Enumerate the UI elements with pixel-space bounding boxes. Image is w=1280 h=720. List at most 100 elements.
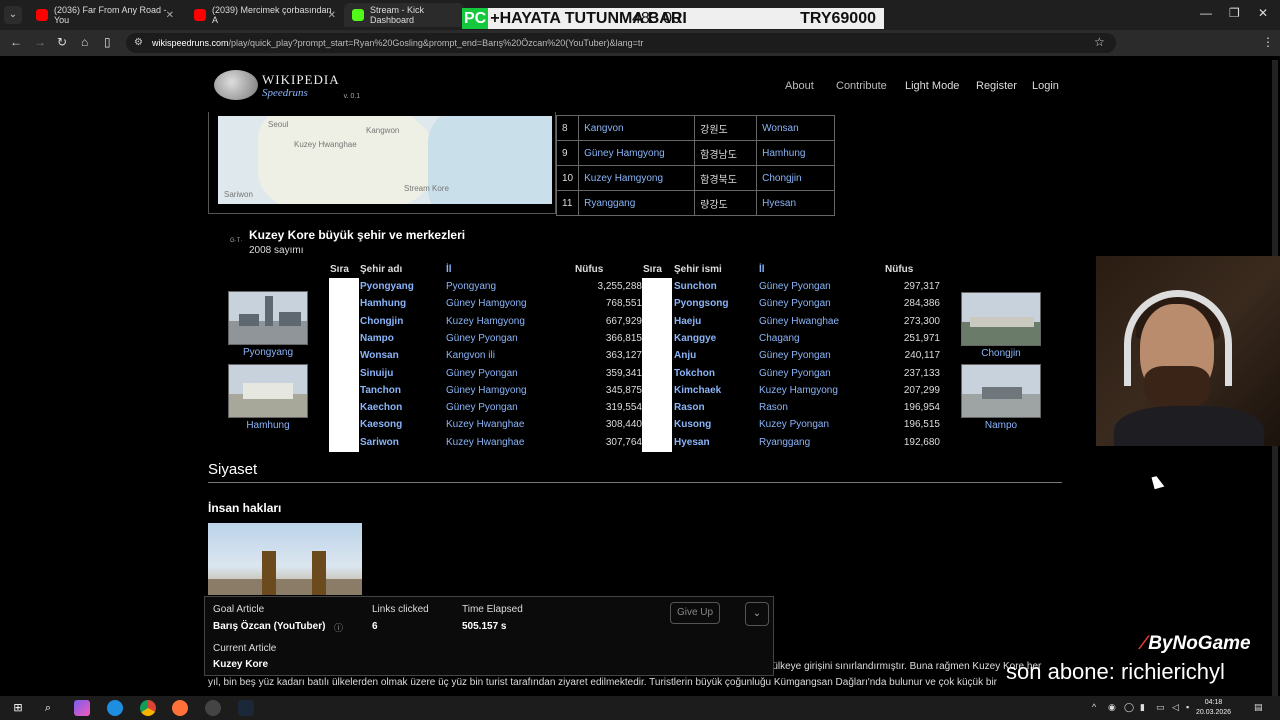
city-link[interactable]: Hamhung <box>360 298 406 309</box>
thumbnail-pyongyang[interactable] <box>228 291 308 345</box>
province-link[interactable]: Rason <box>759 402 788 413</box>
province-link[interactable]: Güney Pyongan <box>759 368 831 379</box>
capital-link[interactable]: Hyesan <box>756 190 836 216</box>
nav-register[interactable]: Register <box>976 80 1017 92</box>
province-link[interactable]: Güney Hwanghae <box>759 316 839 327</box>
city-link[interactable]: Rason <box>674 402 705 413</box>
city-link[interactable]: Nampo <box>360 333 394 344</box>
tab-search-icon[interactable]: ⌄ <box>4 6 22 24</box>
header-province[interactable]: İl <box>759 264 765 275</box>
city-link[interactable]: Sariwon <box>360 437 399 448</box>
city-link[interactable]: Kaesong <box>360 419 402 430</box>
province-map[interactable]: Seoul Kangwon Kuzey Hwanghae Stream Kore… <box>218 116 552 204</box>
province-link[interactable]: Güney Pyongan <box>759 298 831 309</box>
microphone-icon[interactable]: ▮ <box>1140 702 1145 713</box>
url-input[interactable]: ⚙ wikispeedruns.com/play/quick_play?prom… <box>126 33 1116 53</box>
city-link[interactable]: Pyongsong <box>674 298 728 309</box>
nav-about[interactable]: About <box>785 80 814 92</box>
tray-app-icon[interactable]: ◯ <box>1124 702 1134 713</box>
tray-app-icon[interactable]: ◉ <box>1108 702 1116 713</box>
minimize-icon[interactable]: — <box>1200 6 1212 20</box>
steam-icon[interactable] <box>238 700 254 716</box>
province-link[interactable]: Kuzey Hwanghae <box>446 437 524 448</box>
province-link[interactable]: Güney Pyongan <box>759 350 831 361</box>
thumbnail-caption[interactable]: Nampo <box>961 420 1041 431</box>
site-info-icon[interactable]: ⚙ <box>134 33 143 53</box>
province-link[interactable]: Chagang <box>759 333 800 344</box>
city-link[interactable]: Hyesan <box>674 437 710 448</box>
province-link[interactable]: Ryanggang <box>759 437 810 448</box>
thumbnail-hamhung[interactable] <box>228 364 308 418</box>
close-icon[interactable]: ✕ <box>328 10 336 21</box>
province-link[interactable]: Pyongyang <box>446 281 496 292</box>
province-link[interactable]: Güney Pyongan <box>759 281 831 292</box>
province-link[interactable]: Güney Hamgyong <box>446 385 527 396</box>
city-link[interactable]: Kimchaek <box>674 385 721 396</box>
reload-icon[interactable]: ↻ <box>57 35 67 49</box>
city-link[interactable]: Anju <box>674 350 696 361</box>
chrome-icon[interactable] <box>140 700 156 716</box>
chevron-down-icon[interactable]: ⌄ <box>745 602 769 626</box>
thumbnail-caption[interactable]: Chongjin <box>961 348 1041 359</box>
province-link[interactable]: Güney Pyongan <box>446 333 518 344</box>
city-link[interactable]: Haeju <box>674 316 701 327</box>
info-icon[interactable]: ⓘ <box>334 621 343 634</box>
capital-link[interactable]: Hamhung <box>756 140 836 166</box>
windows-start-icon[interactable]: ⊞ <box>10 700 26 716</box>
firefox-icon[interactable] <box>172 700 188 716</box>
province-link[interactable]: Güney Hamgyong <box>578 140 696 166</box>
network-icon[interactable]: ▭ <box>1156 702 1165 713</box>
province-link[interactable]: Kangvon <box>578 115 696 141</box>
capital-link[interactable]: Wonsan <box>756 115 836 141</box>
browser-menu-icon[interactable]: ⋮ <box>1262 35 1274 49</box>
province-link[interactable]: Kuzey Hwanghae <box>446 419 524 430</box>
notification-icon[interactable]: ▤ <box>1254 702 1263 713</box>
province-link[interactable]: Kangvon ili <box>446 350 495 361</box>
header-province[interactable]: İl <box>446 264 452 275</box>
nav-contribute[interactable]: Contribute <box>836 80 887 92</box>
search-icon[interactable]: ⌕ <box>40 700 56 716</box>
home-icon[interactable]: ⌂ <box>81 35 88 49</box>
browser-tab-youtube-2[interactable]: (2039) Mercimek çorbasından A ✕ <box>186 3 342 27</box>
province-link[interactable]: Güney Pyongan <box>446 402 518 413</box>
city-link[interactable]: Sinuiju <box>360 368 393 379</box>
city-link[interactable]: Kaechon <box>360 402 402 413</box>
tray-app-icon[interactable]: ▪ <box>1186 702 1189 712</box>
capital-link[interactable]: Chongjin <box>756 165 836 191</box>
city-link[interactable]: Tanchon <box>360 385 401 396</box>
nav-light-mode[interactable]: Light Mode <box>905 80 959 92</box>
back-icon[interactable]: ← <box>10 35 22 49</box>
system-clock[interactable]: 04:18 20.03.2026 <box>1196 698 1231 718</box>
copilot-icon[interactable] <box>74 700 90 716</box>
thumbnail-caption[interactable]: Hamhung <box>228 420 308 431</box>
tray-chevron-icon[interactable]: ^ <box>1092 702 1096 712</box>
province-link[interactable]: Kuzey Hamgyong <box>759 385 838 396</box>
thumbnail-nampo[interactable] <box>961 364 1041 418</box>
city-link[interactable]: Sunchon <box>674 281 717 292</box>
thumbnail-chongjin[interactable] <box>961 292 1041 346</box>
close-window-icon[interactable]: ✕ <box>1258 6 1268 20</box>
province-link[interactable]: Güney Pyongan <box>446 368 518 379</box>
city-link[interactable]: Tokchon <box>674 368 715 379</box>
bookmark-star-icon[interactable]: ☆ <box>1094 35 1105 49</box>
speaker-icon[interactable]: ◁ <box>1172 702 1179 713</box>
city-link[interactable]: Chongjin <box>360 316 403 327</box>
browser-tab-youtube-1[interactable]: (2036) Far From Any Road - You ✕ <box>28 3 180 27</box>
obs-icon[interactable] <box>205 700 221 716</box>
monument-photo[interactable] <box>208 523 362 595</box>
forward-icon[interactable]: → <box>34 35 46 49</box>
province-link[interactable]: Kuzey Pyongan <box>759 419 829 430</box>
city-link[interactable]: Kusong <box>674 419 711 430</box>
translate-icon[interactable]: G·T· <box>230 238 242 244</box>
province-link[interactable]: Ryanggang <box>578 190 696 216</box>
browser-tab-kick[interactable]: Stream - Kick Dashboard <box>344 3 464 27</box>
site-logo[interactable]: WIKIPEDIA Speedruns v. 0.1 <box>214 70 360 100</box>
city-link[interactable]: Pyongyang <box>360 281 414 292</box>
city-link[interactable]: Wonsan <box>360 350 399 361</box>
province-link[interactable]: Güney Hamgyong <box>446 298 527 309</box>
thumbnail-caption[interactable]: Pyongyang <box>228 347 308 358</box>
close-icon[interactable]: ✕ <box>166 10 174 21</box>
province-link[interactable]: Kuzey Hamgyong <box>578 165 696 191</box>
restore-icon[interactable]: ❐ <box>1229 6 1240 20</box>
edge-icon[interactable] <box>107 700 123 716</box>
